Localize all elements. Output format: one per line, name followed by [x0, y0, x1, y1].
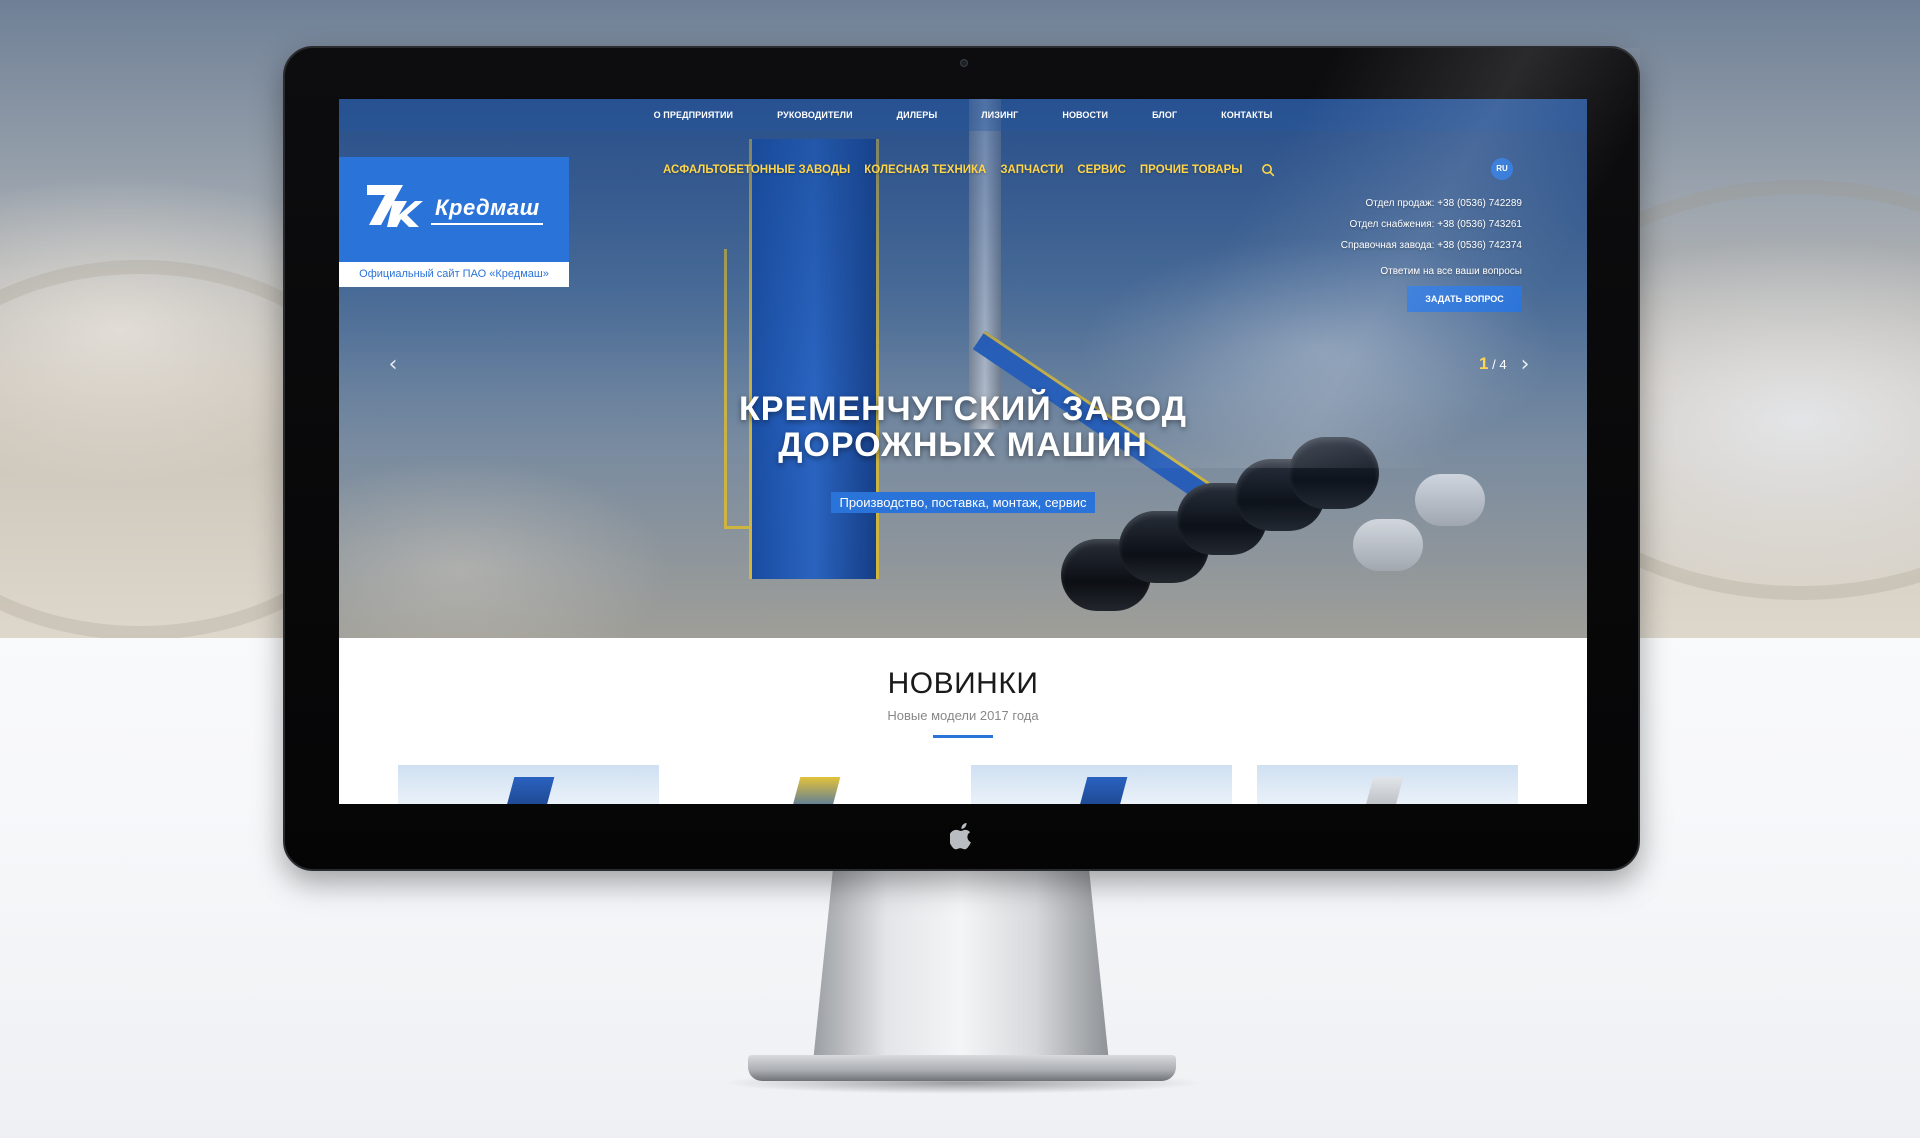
slide-total: / 4: [1492, 357, 1507, 372]
slide-current: 1: [1479, 354, 1489, 373]
slide-counter: 1 / 4: [1479, 354, 1507, 374]
contact-sales[interactable]: Отдел продаж: +38 (0536) 742289: [1341, 193, 1522, 214]
main-nav-asphalt-plants[interactable]: АСФАЛЬТОБЕТОННЫЕ ЗАВОДЫ: [663, 164, 850, 176]
logo-caption: Официальный сайт ПАО «Кредмаш»: [359, 268, 549, 280]
top-nav-about[interactable]: О ПРЕДПРИЯТИИ: [632, 99, 756, 131]
top-nav-blog[interactable]: БЛОГ: [1130, 99, 1199, 131]
top-nav-leasing[interactable]: ЛИЗИНГ: [959, 99, 1040, 131]
top-nav-management[interactable]: РУКОВОДИТЕЛИ: [755, 99, 875, 131]
logo-underline: [431, 223, 543, 225]
chevron-right-icon[interactable]: ›: [1517, 354, 1533, 376]
hero-slider: О ПРЕДПРИЯТИИ РУКОВОДИТЕЛИ ДИЛЕРЫ ЛИЗИНГ…: [339, 99, 1587, 638]
section-title: НОВИНКИ: [887, 667, 1039, 700]
hero-title-line1: КРЕМЕНЧУГСКИЙ ЗАВОД: [739, 390, 1187, 428]
answer-text: Ответим на все ваши вопросы: [1380, 266, 1522, 277]
website-screen: О ПРЕДПРИЯТИИ РУКОВОДИТЕЛИ ДИЛЕРЫ ЛИЗИНГ…: [339, 99, 1587, 804]
top-nav-dealers[interactable]: ДИЛЕРЫ: [875, 99, 960, 131]
top-nav-news[interactable]: НОВОСТИ: [1040, 99, 1130, 131]
contact-supply[interactable]: Отдел снабжения: +38 (0536) 743261: [1341, 214, 1522, 235]
monitor-stand-foot: [748, 1055, 1176, 1081]
hero-subtitle: Производство, поставка, монтаж, сервис: [831, 492, 1095, 513]
main-nav-spare-parts[interactable]: ЗАПЧАСТИ: [1000, 164, 1063, 176]
camera: [960, 59, 968, 67]
product-thumbnail[interactable]: [398, 765, 659, 804]
logo-text: Кредмаш: [435, 195, 540, 220]
language-switch[interactable]: RU: [1491, 158, 1513, 180]
contact-reference[interactable]: Справочная завода: +38 (0536) 742374: [1341, 235, 1522, 256]
monitor-stand: [812, 870, 1110, 1072]
product-thumbnail[interactable]: [684, 765, 945, 804]
apple-logo-icon: [948, 822, 975, 852]
chevron-left-icon[interactable]: ‹: [385, 354, 401, 376]
logo-mark-icon: [367, 185, 423, 227]
main-nav-other-products[interactable]: ПРОЧИЕ ТОВАРЫ: [1140, 164, 1243, 176]
section-subtitle: Новые модели 2017 года: [887, 708, 1039, 723]
main-nav: АСФАЛЬТОБЕТОННЫЕ ЗАВОДЫ КОЛЕСНАЯ ТЕХНИКА…: [663, 163, 1275, 177]
hero-title-line2: ДОРОЖНЫХ МАШИН: [778, 426, 1148, 464]
hero-subtitle-wrap: Производство, поставка, монтаж, сервис: [339, 492, 1587, 513]
hero-title: КРЕМЕНЧУГСКИЙ ЗАВОД ДОРОЖНЫХ МАШИН: [339, 391, 1587, 463]
logo-background: Кредмаш: [339, 157, 569, 262]
contacts: Отдел продаж: +38 (0536) 742289 Отдел сн…: [1341, 193, 1522, 256]
product-thumbnail[interactable]: [1257, 765, 1518, 804]
section-divider: [933, 735, 993, 738]
main-nav-service[interactable]: СЕРВИС: [1077, 164, 1126, 176]
top-nav: О ПРЕДПРИЯТИИ РУКОВОДИТЕЛИ ДИЛЕРЫ ЛИЗИНГ…: [339, 99, 1587, 131]
logo[interactable]: Кредмаш Официальный сайт ПАО «Кредмаш»: [339, 157, 569, 287]
ask-question-button[interactable]: ЗАДАТЬ ВОПРОС: [1407, 286, 1522, 312]
top-nav-contacts[interactable]: КОНТАКТЫ: [1199, 99, 1294, 131]
product-thumbnail[interactable]: [971, 765, 1232, 804]
main-nav-wheeled-machinery[interactable]: КОЛЕСНАЯ ТЕХНИКА: [864, 164, 986, 176]
search-icon[interactable]: [1261, 163, 1275, 177]
